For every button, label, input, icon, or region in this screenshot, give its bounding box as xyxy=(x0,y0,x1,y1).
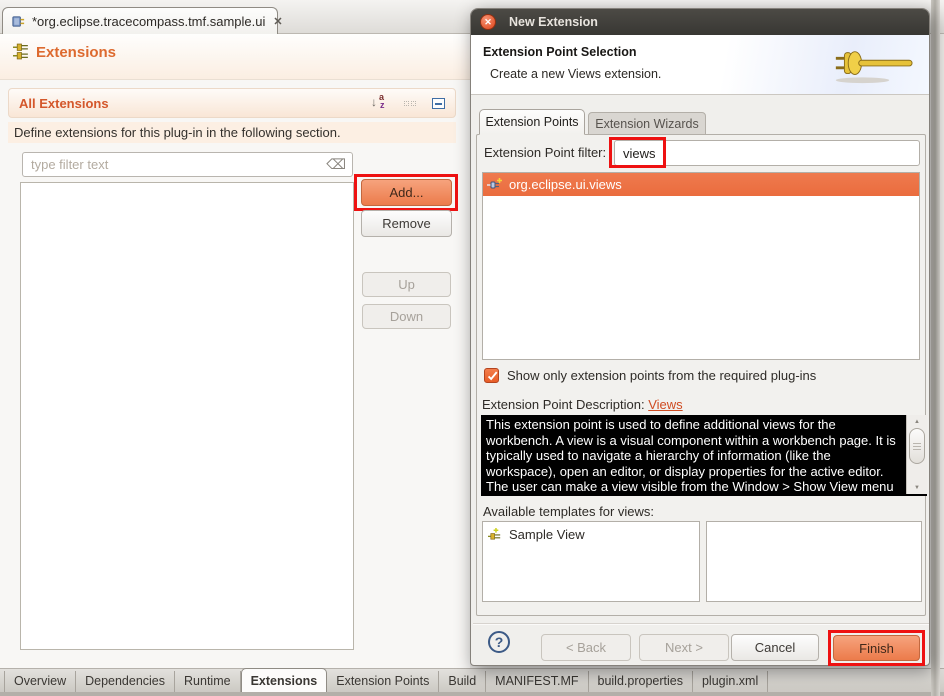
section-description-band: Define extensions for this plug-in in th… xyxy=(8,122,456,143)
editor-filter-input[interactable] xyxy=(29,156,326,173)
add-button[interactable]: Add... xyxy=(361,179,452,206)
up-button-label: Up xyxy=(398,277,415,292)
editor-filter-box: ⌫ xyxy=(22,152,353,177)
finish-button-label: Finish xyxy=(859,641,894,656)
description-label: Extension Point Description: xyxy=(482,397,645,412)
scrollbar-thumb[interactable] xyxy=(909,428,925,464)
new-extension-dialog: ✕ New Extension Extension Point Selectio… xyxy=(470,8,930,666)
description-text: This extension point is used to define a… xyxy=(481,415,905,496)
dialog-title-bar[interactable]: ✕ New Extension xyxy=(471,9,929,35)
sort-alphabetically-icon[interactable]: ↓ a z xyxy=(372,95,388,111)
tab-extension-points[interactable]: Extension Points xyxy=(327,671,439,692)
dialog-tab-panel: Extension Point filter: org.eclipse.ui.v… xyxy=(476,134,926,616)
dialog-header: Extension Point Selection Create a new V… xyxy=(471,35,929,95)
eclipse-screen: *org.eclipse.tracecompass.tmf.sample.ui … xyxy=(0,0,944,696)
tab-extensions[interactable]: Extensions xyxy=(241,668,328,692)
remove-button-label: Remove xyxy=(382,216,430,231)
dialog-header-title: Extension Point Selection xyxy=(483,45,637,59)
tab-build-properties[interactable]: build.properties xyxy=(589,671,693,692)
extensions-list[interactable] xyxy=(20,182,354,650)
tab-dependencies[interactable]: Dependencies xyxy=(76,671,175,692)
page-title: Extensions xyxy=(36,44,116,61)
template-sample-view[interactable]: Sample View xyxy=(483,522,699,542)
list-item-label: org.eclipse.ui.views xyxy=(509,177,622,192)
cancel-button[interactable]: Cancel xyxy=(731,634,819,661)
extensions-page-icon xyxy=(13,43,30,65)
template-label: Sample View xyxy=(509,527,585,542)
list-item-org-eclipse-ui-views[interactable]: org.eclipse.ui.views xyxy=(483,173,919,196)
dialog-header-subtitle: Create a new Views extension. xyxy=(490,67,661,81)
next-button[interactable]: Next > xyxy=(639,634,729,661)
editor-tab[interactable]: *org.eclipse.tracecompass.tmf.sample.ui … xyxy=(2,7,278,34)
tab-build[interactable]: Build xyxy=(439,671,486,692)
sort-arrow: ↓ xyxy=(371,96,377,108)
sort-letter-z: z xyxy=(380,101,385,110)
tab-manifest-mf[interactable]: MANIFEST.MF xyxy=(486,671,588,692)
back-button-label: < Back xyxy=(566,640,606,655)
scroll-down-icon[interactable]: ▼ xyxy=(907,481,927,494)
help-glyph: ? xyxy=(495,634,504,650)
remove-button[interactable]: Remove xyxy=(361,210,452,237)
views-annotation-box xyxy=(609,137,666,168)
section-title: All Extensions xyxy=(19,96,109,111)
next-button-label: Next > xyxy=(665,640,703,655)
required-plugins-checkbox-label: Show only extension points from the requ… xyxy=(507,368,816,383)
up-button[interactable]: Up xyxy=(362,272,451,297)
clear-filter-icon[interactable]: ⌫ xyxy=(326,156,346,173)
wizard-plug-icon xyxy=(829,45,917,90)
extension-point-description-box: This extension point is used to define a… xyxy=(481,415,927,496)
dialog-tab-label: Extension Points xyxy=(485,115,578,129)
sample-view-icon xyxy=(487,526,503,542)
templates-label: Available templates for views: xyxy=(483,504,654,519)
extension-point-filter-label: Extension Point filter: xyxy=(484,145,606,160)
down-button-label: Down xyxy=(390,309,423,324)
editor-bottom-tab-bar: Overview Dependencies Runtime Extensions… xyxy=(0,668,944,692)
dialog-close-button[interactable]: ✕ xyxy=(480,14,496,30)
collapse-all-icon[interactable] xyxy=(432,98,445,109)
tab-plugin-xml[interactable]: plugin.xml xyxy=(693,671,768,692)
back-button[interactable]: < Back xyxy=(541,634,631,661)
all-extensions-section-header: All Extensions ↓ a z xyxy=(8,88,456,118)
expand-section-icon[interactable] xyxy=(402,95,418,111)
description-row: Extension Point Description: Views xyxy=(482,397,683,412)
required-plugins-checkbox[interactable] xyxy=(484,368,499,383)
editor-body: All Extensions ↓ a z Define extensions f… xyxy=(0,80,470,668)
cancel-button-label: Cancel xyxy=(755,640,795,655)
tab-extension-points-dialog[interactable]: Extension Points xyxy=(479,109,585,135)
tab-extension-wizards-dialog[interactable]: Extension Wizards xyxy=(588,112,706,135)
dialog-tab-label: Extension Wizards xyxy=(595,117,699,131)
template-description-box xyxy=(706,521,922,602)
views-link[interactable]: Views xyxy=(648,397,682,412)
tab-runtime[interactable]: Runtime xyxy=(175,671,241,692)
finish-button[interactable]: Finish xyxy=(833,635,920,661)
button-bar-separator xyxy=(473,623,929,625)
extension-point-plug-icon xyxy=(487,177,503,193)
down-button[interactable]: Down xyxy=(362,304,451,329)
plugin-icon xyxy=(11,13,26,29)
tab-close-icon[interactable]: ✕ xyxy=(273,15,282,28)
editor-tab-title: *org.eclipse.tracecompass.tmf.sample.ui xyxy=(32,14,265,29)
extension-points-list[interactable]: org.eclipse.ui.views xyxy=(482,172,920,360)
scroll-up-icon[interactable]: ▲ xyxy=(907,415,927,428)
dialog-title: New Extension xyxy=(509,15,598,29)
section-description: Define extensions for this plug-in in th… xyxy=(14,125,341,140)
templates-list[interactable]: Sample View xyxy=(482,521,700,602)
window-right-edge xyxy=(931,0,940,696)
add-button-label: Add... xyxy=(390,185,424,200)
tab-overview[interactable]: Overview xyxy=(4,671,76,692)
help-icon[interactable]: ? xyxy=(488,631,510,653)
bottom-strip xyxy=(0,692,944,696)
description-scrollbar[interactable]: ▲ ▼ xyxy=(906,415,927,494)
